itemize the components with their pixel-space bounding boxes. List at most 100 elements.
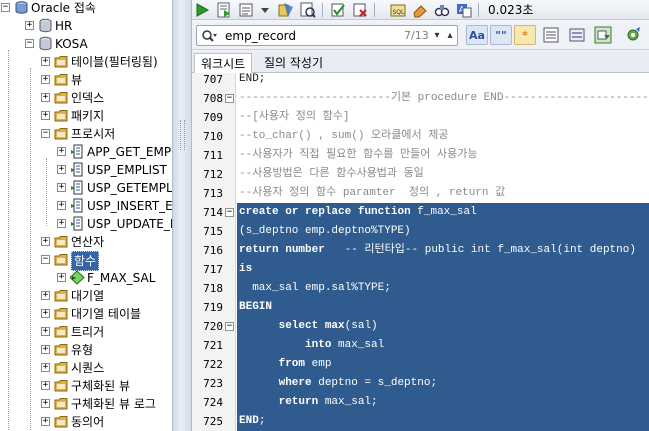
expand-icon[interactable]: +	[41, 363, 50, 372]
run-script-icon[interactable]	[216, 2, 232, 18]
code-line[interactable]: (s_deptno emp.deptno%TYPE)	[237, 222, 649, 241]
fold-toggle-icon[interactable]: −	[225, 322, 234, 331]
operator-folder-icon	[54, 236, 68, 248]
find-field[interactable]: 7/13 ▾ ▴	[196, 25, 458, 46]
expand-icon[interactable]: +	[57, 147, 66, 156]
find-next-icon[interactable]: ▴	[444, 28, 456, 43]
tree-node[interactable]: + 구체화된 뷰 로그	[0, 395, 172, 413]
expand-icon[interactable]: +	[25, 21, 34, 30]
code-line[interactable]: max_sal emp.sal%TYPE;	[237, 279, 649, 298]
expand-icon[interactable]: +	[41, 111, 50, 120]
commit-check-icon[interactable]	[330, 2, 346, 18]
expand-icon[interactable]: +	[41, 417, 50, 426]
code-line[interactable]: return number -- 리턴타입-- public int f_max…	[237, 241, 649, 260]
sql-editor[interactable]: 707 708−709 710 711 712 713 714−715 716 717 718 71…	[192, 73, 649, 431]
commit-icon[interactable]	[238, 2, 254, 18]
replace-icon[interactable]	[594, 26, 612, 44]
expand-icon[interactable]: +	[41, 57, 50, 66]
binoculars-icon[interactable]	[434, 2, 450, 18]
regex-button[interactable]: *	[514, 25, 536, 45]
translate-icon[interactable]: A	[456, 2, 472, 18]
explain-plan-icon[interactable]	[278, 2, 294, 18]
tree-node[interactable]: + 유형	[0, 341, 172, 359]
tree-node[interactable]: + 트리거	[0, 323, 172, 341]
sql-history-icon[interactable]: SQL	[390, 2, 406, 18]
code-line[interactable]: END;	[237, 73, 649, 89]
code-line[interactable]: --[사용자 정의 함수]	[237, 108, 649, 127]
expand-icon[interactable]: +	[41, 345, 50, 354]
tree-node[interactable]: + 뷰	[0, 71, 172, 89]
expand-icon[interactable]: +	[57, 273, 66, 282]
collapse-icon[interactable]: −	[41, 129, 50, 138]
run-statement-icon[interactable]	[194, 2, 210, 18]
code-line[interactable]: --사용방법은 다른 함수사용법과 동일	[237, 165, 649, 184]
code-line[interactable]: --사용자가 직접 필요한 함수를 만들어 사용가능	[237, 146, 649, 165]
settings-icon[interactable]	[624, 26, 642, 44]
tree-node[interactable]: − Oracle 접속	[0, 0, 172, 17]
tree-node[interactable]: + APP_GET_EMPL	[0, 143, 172, 161]
rollback-icon[interactable]	[352, 2, 368, 18]
code-line[interactable]: return max_sal;	[237, 393, 649, 412]
tree-node[interactable]: − 함수	[0, 251, 172, 271]
code-line[interactable]: select max(sal)	[237, 317, 649, 336]
collapse-icon[interactable]: −	[1, 3, 10, 12]
expand-icon[interactable]: +	[41, 291, 50, 300]
code-line[interactable]: is	[237, 260, 649, 279]
code-line[interactable]: from emp	[237, 355, 649, 374]
fold-toggle-icon[interactable]: −	[225, 208, 234, 217]
expand-icon[interactable]: +	[41, 399, 50, 408]
code-line[interactable]: --to_char() , sum() 오라클에서 제공	[237, 127, 649, 146]
expand-icon[interactable]: +	[41, 327, 50, 336]
tree-node[interactable]: + 대기열	[0, 287, 172, 305]
collapse-icon[interactable]: −	[41, 255, 50, 264]
pane-splitter[interactable]	[172, 0, 192, 431]
eraser-icon[interactable]	[412, 2, 428, 18]
expand-icon[interactable]: +	[57, 165, 66, 174]
code-line[interactable]: BEGIN	[237, 298, 649, 317]
tree-node[interactable]: + 동의어	[0, 413, 172, 431]
expand-icon[interactable]: +	[57, 201, 66, 210]
wrap-search-icon[interactable]	[568, 26, 586, 44]
expand-icon[interactable]: +	[41, 93, 50, 102]
code-line[interactable]: where deptno = s_deptno;	[237, 374, 649, 393]
match-case-button[interactable]: Aa	[466, 25, 488, 45]
tree-node[interactable]: − 프로시저	[0, 125, 172, 143]
tree-node[interactable]: + USP_UPDATE_E	[0, 215, 172, 233]
code-line[interactable]: create or replace function f_max_sal	[237, 203, 649, 222]
tree-node[interactable]: + F_MAX_SAL	[0, 269, 172, 287]
tree-node[interactable]: − KOSA	[0, 35, 172, 53]
tree-node[interactable]: + 인덱스	[0, 89, 172, 107]
tree-node[interactable]: + 구체화된 뷰	[0, 377, 172, 395]
tree-node[interactable]: + 테이블(필터링됨)	[0, 53, 172, 71]
tab-query-builder[interactable]: 질의 작성기	[258, 53, 329, 73]
tree-node[interactable]: + 연산자	[0, 233, 172, 251]
fold-toggle-icon[interactable]: −	[225, 94, 234, 103]
code-line[interactable]: --사용자 정의 함수 paramter 정의 , return 값	[237, 184, 649, 203]
tree-node[interactable]: + 시퀀스	[0, 359, 172, 377]
splitter-grip[interactable]	[180, 120, 185, 150]
whole-word-button[interactable]: ""	[490, 25, 512, 45]
expand-icon[interactable]: +	[57, 219, 66, 228]
tree-node[interactable]: + USP_GETEMPLI	[0, 179, 172, 197]
tree-node[interactable]: + 대기열 테이블	[0, 305, 172, 323]
highlight-icon[interactable]	[542, 26, 560, 44]
find-previous-icon[interactable]: ▾	[431, 28, 443, 43]
code-line[interactable]: into max_sal	[237, 336, 649, 355]
search-input[interactable]	[225, 28, 385, 43]
code-line[interactable]: END;	[237, 412, 649, 431]
expand-icon[interactable]: +	[41, 309, 50, 318]
autotrace-icon[interactable]	[300, 2, 316, 18]
expand-icon[interactable]: +	[41, 381, 50, 390]
code-line[interactable]: -----------------------기본 procedure END-…	[237, 89, 649, 108]
collapse-icon[interactable]: −	[25, 39, 34, 48]
tab-worksheet[interactable]: 워크시트	[194, 53, 253, 73]
expand-icon[interactable]: +	[41, 237, 50, 246]
tree-node[interactable]: + USP_INSERT_EM	[0, 197, 172, 215]
tree-node[interactable]: + HR	[0, 17, 172, 35]
expand-icon[interactable]: +	[41, 75, 50, 84]
tree-node[interactable]: + 패키지	[0, 107, 172, 125]
dropdown-arrow-icon[interactable]	[260, 2, 270, 18]
search-icon[interactable]	[201, 29, 217, 43]
tree-node[interactable]: + USP_EMPLIST	[0, 161, 172, 179]
expand-icon[interactable]: +	[57, 183, 66, 192]
